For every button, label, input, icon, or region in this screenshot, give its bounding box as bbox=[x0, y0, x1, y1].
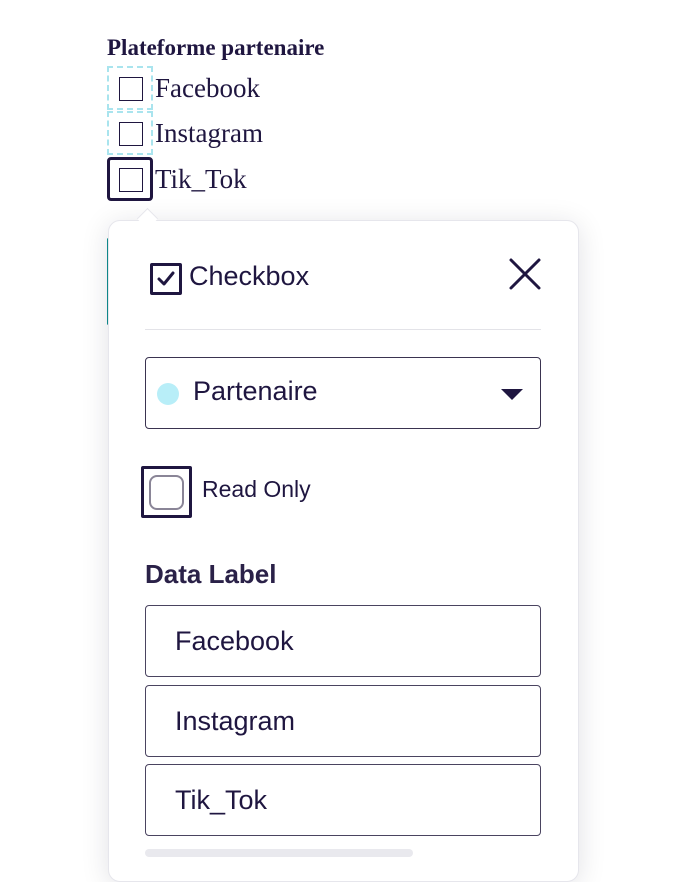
checkbox-instagram[interactable] bbox=[119, 122, 143, 146]
recipient-color-dot bbox=[157, 383, 179, 405]
checkbox-icon bbox=[150, 263, 182, 295]
read-only-label: Read Only bbox=[202, 476, 311, 502]
data-label-heading: Data Label bbox=[145, 559, 277, 589]
recipient-select[interactable]: Partenaire bbox=[145, 357, 541, 429]
close-icon bbox=[509, 258, 541, 290]
checkbox-tiktok[interactable] bbox=[119, 168, 143, 192]
read-only-checkbox[interactable] bbox=[141, 466, 192, 518]
recipient-value: Partenaire bbox=[193, 376, 318, 406]
checkbox-field-facebook[interactable] bbox=[107, 66, 153, 110]
checkbox-field-instagram[interactable] bbox=[107, 111, 153, 155]
checkbox-facebook[interactable] bbox=[119, 77, 143, 101]
panel-divider bbox=[145, 329, 541, 330]
panel-bottom-element bbox=[145, 849, 413, 857]
data-label-input-facebook[interactable] bbox=[145, 605, 541, 677]
label-tiktok: Tik_Tok bbox=[155, 164, 247, 194]
label-facebook: Facebook bbox=[155, 73, 260, 103]
group-title: Plateforme partenaire bbox=[107, 35, 325, 60]
label-instagram: Instagram bbox=[155, 118, 263, 148]
checkbox-field-tiktok[interactable] bbox=[107, 157, 153, 201]
panel-title: Checkbox bbox=[189, 261, 310, 291]
data-label-input-instagram[interactable] bbox=[145, 685, 541, 757]
read-only-checkbox-box[interactable] bbox=[149, 475, 184, 510]
data-label-input-tiktok[interactable] bbox=[145, 764, 541, 836]
close-button[interactable] bbox=[506, 255, 544, 293]
caret-down-icon bbox=[501, 389, 523, 400]
